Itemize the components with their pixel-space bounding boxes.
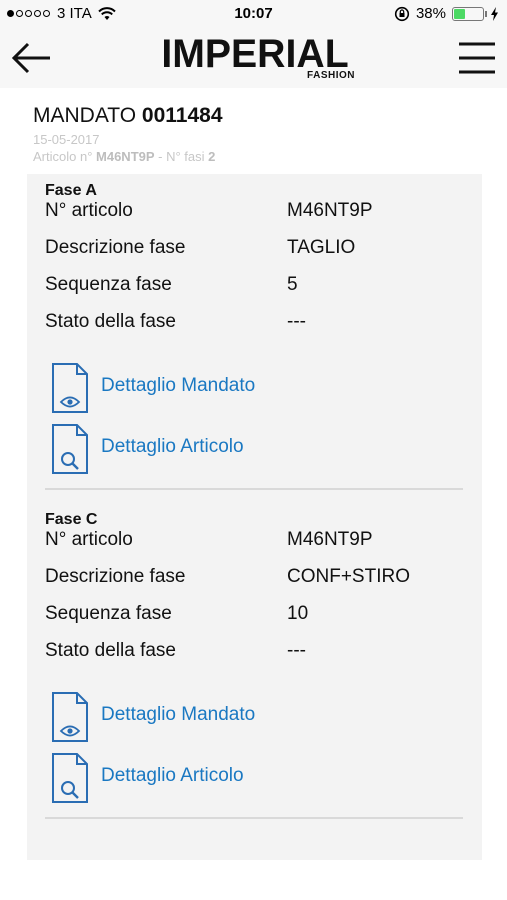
link-label: Dettaglio Mandato: [101, 375, 256, 396]
fase-card: Fase C N° articolo M46NT9P Descrizione f…: [45, 511, 463, 819]
row-value: ---: [287, 311, 306, 332]
menu-button[interactable]: [451, 38, 499, 78]
row-label: Stato della fase: [45, 640, 176, 661]
mandato-header: MANDATO 0011484 15-05-2017 Articolo n° M…: [33, 104, 223, 164]
row-label: Descrizione fase: [45, 566, 186, 587]
row-label: N° articolo: [45, 529, 133, 550]
document-eye-icon: [52, 692, 88, 742]
articolo-code: M46NT9P: [96, 149, 155, 164]
fasi-count: 2: [208, 149, 216, 164]
document-search-icon: [52, 753, 88, 803]
fase-row-sequenza: Sequenza fase 5: [45, 274, 463, 311]
document-eye-icon: [52, 363, 88, 413]
fase-title: Fase C: [45, 511, 98, 528]
link-label: Dettaglio Mandato: [101, 704, 256, 725]
status-bar: 3 ITA 10:07 38%: [0, 0, 507, 28]
row-label: N° articolo: [45, 200, 133, 221]
page-title: MANDATO 0011484: [33, 104, 223, 128]
row-value: M46NT9P: [287, 200, 373, 221]
fase-row-articolo: N° articolo M46NT9P: [45, 200, 463, 237]
mandato-date: 15-05-2017: [33, 132, 100, 147]
row-label: Sequenza fase: [45, 274, 172, 295]
rotation-lock-icon: [394, 6, 410, 21]
navbar: IMPERIAL FASHION: [0, 28, 507, 88]
row-value: TAGLIO: [287, 237, 356, 258]
brand-logo: IMPERIAL FASHION: [150, 34, 360, 82]
fase-divider: [45, 488, 463, 490]
mandato-label: MANDATO: [33, 104, 137, 127]
fase-row-descrizione: Descrizione fase TAGLIO: [45, 237, 463, 274]
fase-title: Fase A: [45, 182, 97, 199]
row-value: 10: [287, 603, 309, 624]
fase-row-descrizione: Descrizione fase CONF+STIRO: [45, 566, 463, 603]
row-value: 5: [287, 274, 298, 295]
fase-row-articolo: N° articolo M46NT9P: [45, 529, 463, 566]
charging-bolt-icon: [491, 6, 498, 21]
row-label: Descrizione fase: [45, 237, 186, 258]
row-label: Stato della fase: [45, 311, 176, 332]
brand-sub: FASHION: [307, 70, 355, 81]
battery-percent: 38%: [415, 5, 446, 22]
row-value: M46NT9P: [287, 529, 373, 550]
fase-row-stato: Stato della fase ---: [45, 640, 463, 677]
row-label: Sequenza fase: [45, 603, 172, 624]
fase-row-sequenza: Sequenza fase 10: [45, 603, 463, 640]
link-label: Dettaglio Articolo: [101, 436, 244, 457]
status-right: 38%: [394, 5, 499, 22]
document-search-icon: [52, 424, 88, 474]
dettaglio-articolo-link[interactable]: Dettaglio Articolo: [51, 421, 351, 477]
hamburger-menu-icon: [459, 42, 495, 74]
battery-icon: [452, 6, 484, 21]
row-value: CONF+STIRO: [287, 566, 410, 587]
fase-row-stato: Stato della fase ---: [45, 311, 463, 348]
row-value: ---: [287, 640, 306, 661]
dettaglio-mandato-link[interactable]: Dettaglio Mandato: [51, 360, 351, 416]
mandato-number: 0011484: [141, 104, 223, 127]
back-button[interactable]: [8, 38, 56, 78]
articolo-label: Articolo n°: [33, 149, 93, 164]
fase-card: Fase A N° articolo M46NT9P Descrizione f…: [45, 182, 463, 490]
link-label: Dettaglio Articolo: [101, 765, 244, 786]
dettaglio-articolo-link[interactable]: Dettaglio Articolo: [51, 750, 351, 806]
mandato-subtitle: Articolo n° M46NT9P - N° fasi 2: [33, 149, 223, 164]
fasi-panel: Fase A N° articolo M46NT9P Descrizione f…: [27, 174, 482, 860]
fasi-label: - N° fasi: [158, 149, 205, 164]
fase-divider: [45, 817, 463, 819]
dettaglio-mandato-link[interactable]: Dettaglio Mandato: [51, 689, 351, 745]
brand-name: IMPERIAL: [161, 32, 349, 76]
arrow-left-icon: [11, 42, 50, 74]
